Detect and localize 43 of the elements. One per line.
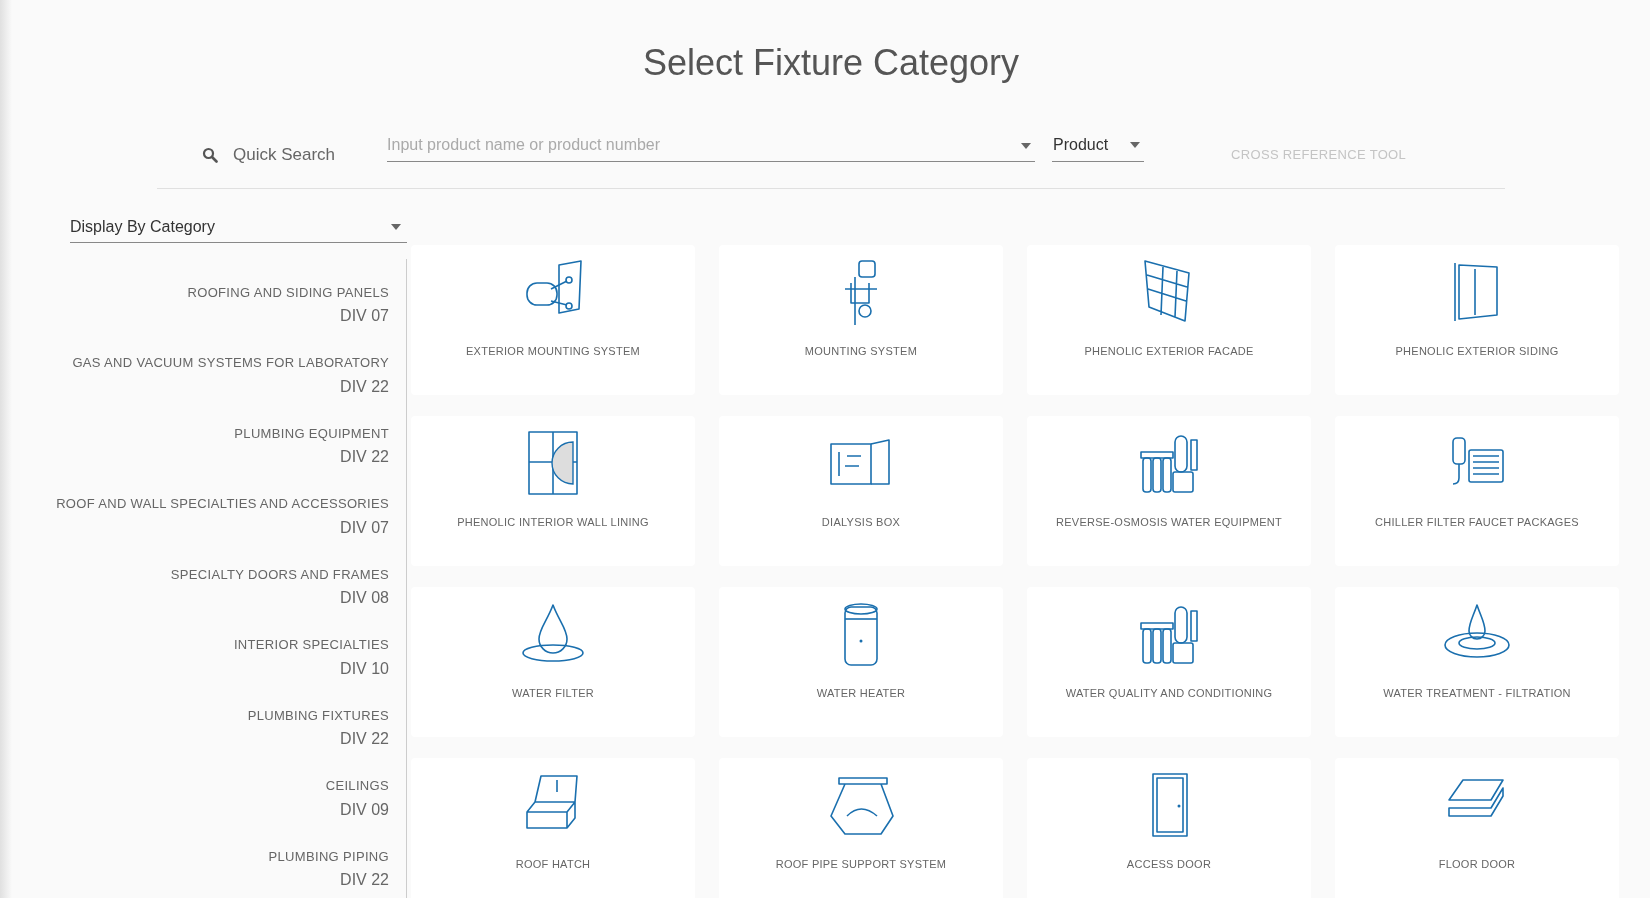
division-label: DIV 22 xyxy=(340,447,389,467)
category-card[interactable]: DIALYSIS BOX xyxy=(719,415,1003,566)
category-card[interactable]: PHENOLIC EXTERIOR FACADE xyxy=(1027,244,1311,395)
category-link[interactable]: ROOFING AND SIDING PANELS xyxy=(187,282,389,302)
category-card[interactable]: WATER QUALITY AND CONDITIONING xyxy=(1027,586,1311,737)
category-card[interactable]: ROOF PIPE SUPPORT SYSTEM xyxy=(719,757,1003,898)
division-label: DIV 22 xyxy=(340,729,389,749)
division-label: DIV 22 xyxy=(340,870,389,890)
division-label: DIV 07 xyxy=(340,517,389,538)
page-title: Select Fixture Category xyxy=(642,41,1020,85)
caret-icon xyxy=(1021,142,1032,149)
category-card[interactable]: FLOOR DOOR xyxy=(1335,757,1619,898)
division-label: DIV 09 xyxy=(340,799,389,820)
division-label: DIV 10 xyxy=(340,658,389,679)
category-card[interactable]: REVERSE-OSMOSIS WATER EQUIPMENT xyxy=(1027,415,1311,566)
division-label: DIV 08 xyxy=(340,588,389,608)
division-label: DIV 07 xyxy=(340,306,389,326)
category-card[interactable]: MOUNTING SYSTEM xyxy=(719,244,1003,395)
category-link[interactable]: ROOF AND WALL SPECIALTIES AND ACCESSORIES xyxy=(56,494,389,514)
category-card[interactable]: ACCESS DOOR xyxy=(1027,757,1311,898)
type-select[interactable]: Product xyxy=(1052,129,1145,162)
quick-search-label: Quick Search xyxy=(233,144,336,166)
category-card[interactable]: EXTERIOR MOUNTING SYSTEM xyxy=(411,244,695,395)
category-card[interactable]: ROOF HATCH xyxy=(411,757,695,898)
category-link[interactable]: PLUMBING EQUIPMENT xyxy=(234,423,389,443)
category-link[interactable]: INTERIOR SPECIALTIES xyxy=(233,635,389,655)
search-field[interactable]: Input product name or product number xyxy=(387,129,1036,162)
category-link[interactable]: GAS AND VACUUM SYSTEMS FOR LABORATORY xyxy=(72,353,389,373)
category-link[interactable]: SPECIALTY DOORS AND FRAMES xyxy=(170,564,389,584)
category-card[interactable]: CHILLER FILTER FAUCET PACKAGES xyxy=(1335,415,1619,566)
search-icon xyxy=(202,146,218,163)
category-link[interactable]: PLUMBING PIPING xyxy=(268,846,389,866)
caret-icon xyxy=(391,224,401,230)
category-link[interactable]: CEILINGS xyxy=(325,776,389,796)
caret-icon xyxy=(1130,142,1141,149)
category-card[interactable]: WATER TREATMENT - FILTRATION xyxy=(1335,586,1619,737)
category-card[interactable]: WATER FILTER xyxy=(411,586,695,737)
division-label: DIV 22 xyxy=(340,376,389,397)
display-select[interactable]: Display By Category xyxy=(70,212,407,243)
category-card[interactable]: PHENOLIC EXTERIOR SIDING xyxy=(1335,244,1619,395)
category-card[interactable]: WATER HEATER xyxy=(719,586,1003,737)
category-link[interactable]: PLUMBING FIXTURES xyxy=(247,705,389,725)
category-card[interactable]: PHENOLIC INTERIOR WALL LINING xyxy=(411,415,695,566)
